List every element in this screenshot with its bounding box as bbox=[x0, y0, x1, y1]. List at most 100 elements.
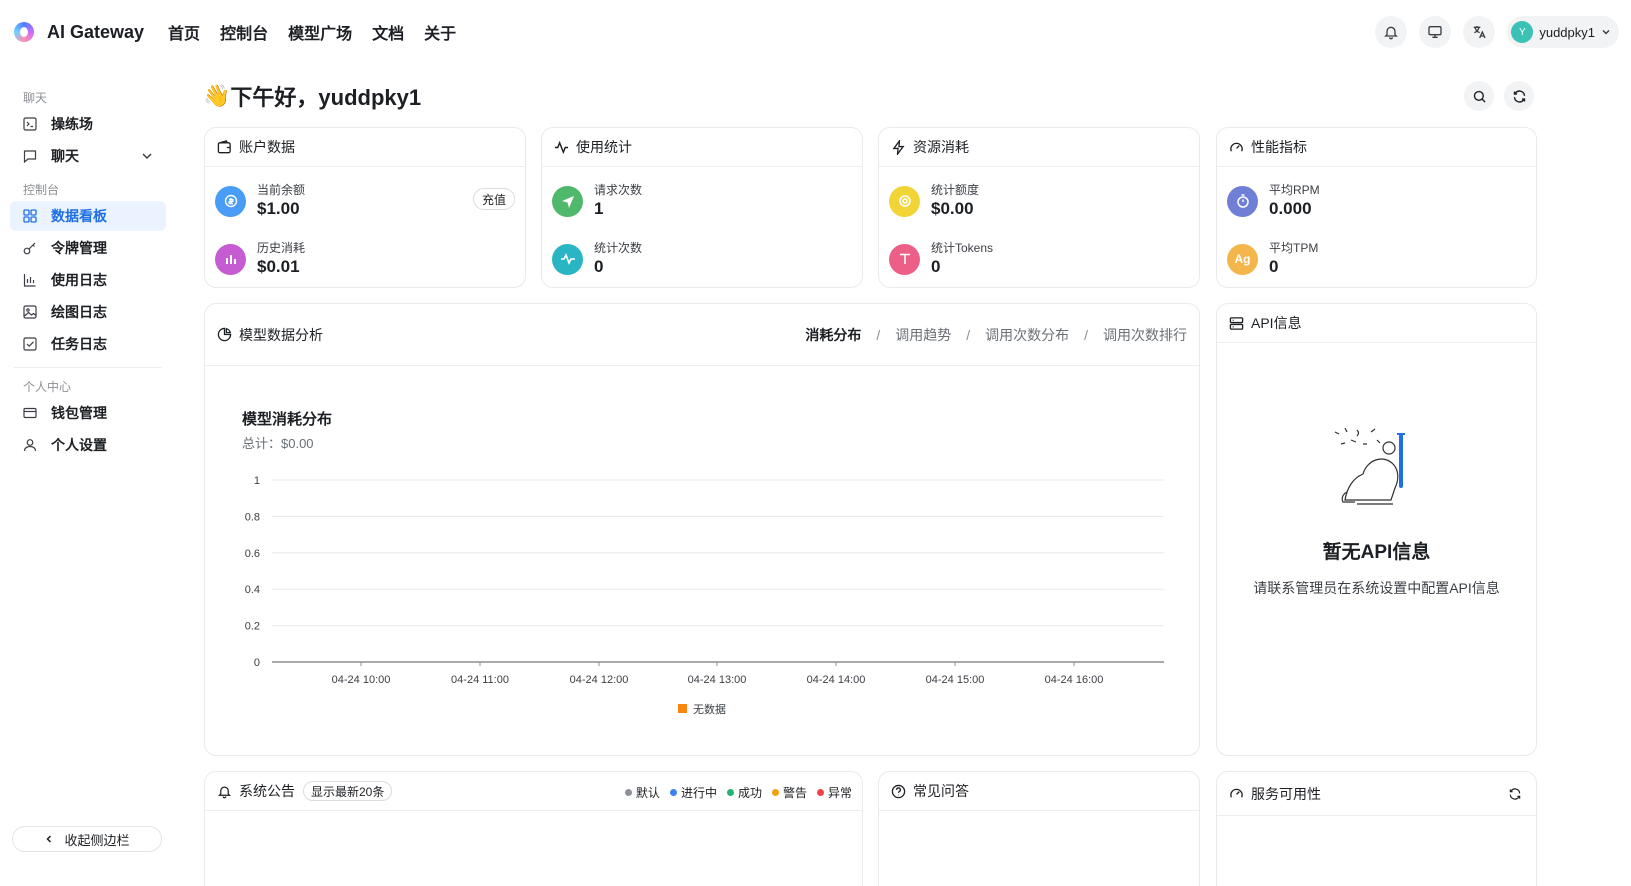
stat-count: 统计次数 0 bbox=[552, 240, 642, 278]
brand-name[interactable]: AI Gateway bbox=[47, 22, 144, 43]
sidebar-item-personal-settings[interactable]: 个人设置 bbox=[10, 430, 166, 460]
logo-icon[interactable] bbox=[14, 22, 34, 42]
tab-call-count-ranking[interactable]: 调用次数排行 bbox=[1101, 325, 1189, 345]
pulse-icon bbox=[552, 243, 583, 275]
search-button[interactable] bbox=[1464, 81, 1494, 111]
sidebar-item-chat[interactable]: 聊天 bbox=[10, 141, 166, 171]
card-title: 模型数据分析 bbox=[239, 326, 323, 343]
wallet-icon bbox=[23, 406, 37, 420]
page-actions bbox=[1464, 81, 1534, 111]
wave-emoji-icon: 👋 bbox=[203, 83, 231, 108]
collapse-sidebar-button[interactable]: 收起侧边栏 bbox=[12, 826, 162, 852]
y-tick-label: 0.8 bbox=[245, 511, 260, 523]
analysis-tabs: 消耗分布 / 调用趋势 / 调用次数分布 / 调用次数排行 bbox=[803, 304, 1189, 366]
card-title: 性能指标 bbox=[1251, 139, 1307, 155]
wallet-icon bbox=[216, 139, 232, 155]
chevron-left-icon bbox=[46, 835, 52, 843]
stat-quota: 统计额度 $0.00 bbox=[889, 182, 979, 220]
top-navbar: AI Gateway 首页 控制台 模型广场 文档 关于 Y yuddpky1 bbox=[0, 0, 1631, 64]
terminal-icon bbox=[23, 117, 37, 131]
latest-20-badge: 显示最新20条 bbox=[303, 781, 393, 801]
sidebar-divider bbox=[14, 367, 162, 368]
card-title: 账户数据 bbox=[239, 139, 295, 155]
chevron-down-icon[interactable] bbox=[140, 149, 154, 163]
text-ag-icon: Ag bbox=[1227, 243, 1258, 275]
card-header: 账户数据 bbox=[205, 128, 525, 167]
card-title: 系统公告 bbox=[239, 783, 295, 799]
language-button[interactable] bbox=[1463, 16, 1496, 48]
card-title: 服务可用性 bbox=[1251, 785, 1321, 802]
stat-avg-rpm: 平均RPM 0.000 bbox=[1227, 182, 1320, 220]
empty-state-description: 请联系管理员在系统设置中配置API信息 bbox=[1253, 580, 1500, 596]
y-tick-label: 1 bbox=[254, 475, 260, 487]
sidebar-section-console: 控制台 bbox=[23, 182, 60, 197]
checkbox-icon bbox=[23, 337, 37, 351]
empty-state-illustration bbox=[1334, 427, 1405, 505]
tab-separator: / bbox=[966, 327, 971, 343]
recharge-button[interactable]: 充值 bbox=[472, 188, 515, 210]
consumption-chart: 0 0.2 0.4 0.6 0.8 1 04-24 10:00 04-24 11:00 04-2… bbox=[245, 475, 1164, 716]
legend-in-progress: 进行中 bbox=[669, 784, 717, 801]
stat-tokens: 统计Tokens 0 bbox=[889, 240, 993, 278]
page-title: 👋 下午好，yuddpky1 bbox=[203, 80, 421, 112]
tab-consumption-distribution[interactable]: 消耗分布 bbox=[803, 325, 863, 345]
sidebar-item-task-logs[interactable]: 任务日志 bbox=[10, 329, 166, 359]
theme-button[interactable] bbox=[1419, 16, 1452, 48]
stat-label: 平均RPM bbox=[1269, 183, 1320, 197]
nav-about[interactable]: 关于 bbox=[424, 20, 456, 44]
card-header: API信息 bbox=[1217, 304, 1536, 343]
sidebar-item-label: 使用日志 bbox=[51, 272, 107, 288]
stat-label: 历史消耗 bbox=[257, 241, 306, 255]
stat-label: 统计次数 bbox=[594, 241, 643, 255]
x-tick-label: 04-24 12:00 bbox=[570, 674, 629, 686]
nav-home[interactable]: 首页 bbox=[168, 20, 200, 44]
y-tick-label: 0 bbox=[254, 657, 260, 669]
avatar: Y bbox=[1511, 21, 1534, 43]
greeting-text: 下午好，yuddpky1 bbox=[230, 85, 422, 110]
search-icon bbox=[1473, 90, 1486, 103]
refresh-icon[interactable] bbox=[1508, 787, 1522, 801]
notification-button[interactable] bbox=[1375, 16, 1408, 48]
tab-separator: / bbox=[1084, 327, 1088, 343]
y-tick-label: 0.4 bbox=[245, 584, 260, 596]
y-tick-label: 0.6 bbox=[245, 548, 260, 560]
usage-stats-card: 使用统计 请求次数 1 统计次数 0 bbox=[541, 127, 863, 288]
refresh-icon bbox=[1513, 89, 1525, 103]
system-notice-card: 系统公告 显示最新20条 默认 进行中 成功 警告 异常 bbox=[204, 771, 863, 886]
collapse-sidebar-label: 收起侧边栏 bbox=[64, 832, 130, 848]
card-header: 资源消耗 bbox=[879, 128, 1199, 167]
help-circle-icon bbox=[890, 783, 906, 799]
card-header: 常见问答 bbox=[879, 772, 1199, 811]
pie-chart-icon bbox=[216, 327, 232, 343]
bell-icon bbox=[1384, 26, 1399, 40]
sidebar-item-drawing-logs[interactable]: 绘图日志 bbox=[10, 297, 166, 327]
sidebar-item-dashboard[interactable]: 数据看板 bbox=[10, 201, 166, 231]
refresh-button[interactable] bbox=[1504, 81, 1534, 111]
sidebar-item-playground[interactable]: 操练场 bbox=[10, 109, 166, 139]
empty-state-title: 暂无API信息 bbox=[1322, 542, 1431, 563]
tab-separator: / bbox=[876, 327, 881, 343]
stopwatch-icon bbox=[1227, 185, 1258, 217]
bar-chart-icon bbox=[23, 273, 37, 287]
text-icon bbox=[889, 243, 920, 275]
tab-call-trend[interactable]: 调用趋势 bbox=[893, 325, 953, 345]
tab-call-count-distribution[interactable]: 调用次数分布 bbox=[983, 325, 1071, 345]
sidebar-item-wallet[interactable]: 钱包管理 bbox=[10, 398, 166, 428]
sidebar-item-label: 令牌管理 bbox=[51, 240, 107, 256]
lightning-icon bbox=[890, 139, 906, 155]
sidebar-item-usage-logs[interactable]: 使用日志 bbox=[10, 265, 166, 295]
card-header: 性能指标 bbox=[1217, 128, 1536, 167]
nav-docs[interactable]: 文档 bbox=[372, 20, 404, 44]
stat-value: 0.000 bbox=[1269, 199, 1312, 218]
stat-label: 平均TPM bbox=[1269, 241, 1319, 255]
stat-request-count: 请求次数 1 bbox=[552, 182, 642, 220]
legend-success: 成功 bbox=[726, 784, 762, 801]
faq-card: 常见问答 bbox=[878, 771, 1200, 886]
user-menu[interactable]: Y yuddpky1 bbox=[1507, 16, 1619, 48]
account-data-card: 账户数据 充值 当前余额 $1.00 历史消耗 $0.01 bbox=[204, 127, 526, 288]
user-name: yuddpky1 bbox=[1539, 24, 1595, 40]
nav-console[interactable]: 控制台 bbox=[220, 20, 268, 44]
nav-model-square[interactable]: 模型广场 bbox=[288, 20, 352, 44]
legend-error: 异常 bbox=[816, 784, 852, 801]
sidebar-item-tokens[interactable]: 令牌管理 bbox=[10, 233, 166, 263]
